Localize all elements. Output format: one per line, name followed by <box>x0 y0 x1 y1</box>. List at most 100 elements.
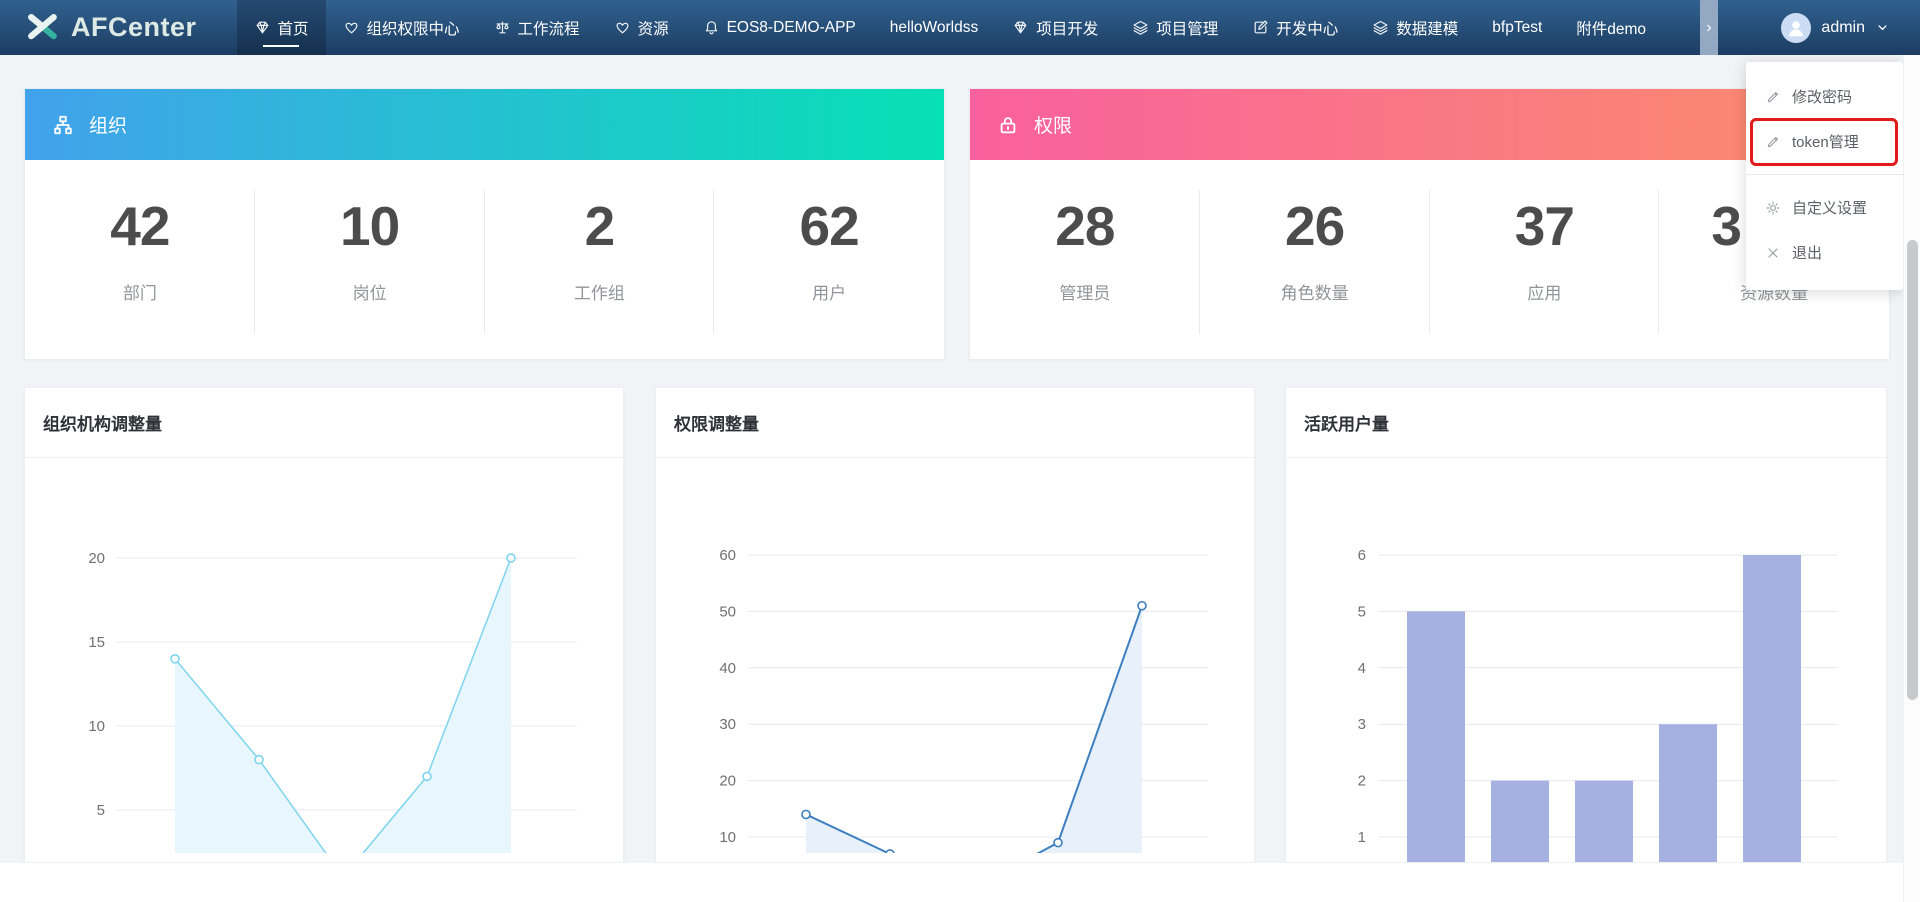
user-box[interactable]: admin <box>1781 0 1890 55</box>
stat-工作组: 2 工作组 <box>485 160 715 360</box>
stat-value: 10 <box>340 196 399 257</box>
svg-text:30: 30 <box>719 716 736 733</box>
layers-icon <box>1372 19 1389 36</box>
svg-text:6: 6 <box>1358 547 1366 564</box>
pencil-icon <box>1765 89 1781 105</box>
chart-title: 权限调整量 <box>656 388 1254 458</box>
user-menu-item-label: 修改密码 <box>1792 86 1852 107</box>
chart-title: 组织机构调整量 <box>25 388 623 458</box>
svg-text:2: 2 <box>1358 773 1366 790</box>
horizontal-scrollbar-track[interactable] <box>0 863 1920 902</box>
user-menu-item-2[interactable]: token管理 <box>1746 119 1903 164</box>
stat-value: 26 <box>1285 196 1344 257</box>
svg-text:20: 20 <box>88 550 105 567</box>
bar-chart: 123456 <box>1286 458 1886 863</box>
vertical-scrollbar-track[interactable] <box>1903 55 1920 902</box>
stat-value: 3 <box>1711 196 1741 257</box>
person-icon <box>1785 17 1807 39</box>
stat-card-header: 组织 <box>25 89 944 160</box>
chevron-down-icon <box>1875 20 1890 35</box>
user-menu-item-label: 自定义设置 <box>1792 197 1867 218</box>
pencil-icon <box>1765 134 1781 150</box>
stat-部门: 42 部门 <box>25 160 255 360</box>
svg-text:5: 5 <box>1358 603 1366 620</box>
stat-岗位: 10岗位 <box>255 160 485 360</box>
nav-item-label: 资源 <box>638 17 669 39</box>
nav-item-label: 数据建模 <box>1396 17 1458 39</box>
stat-应用: 37 应用 <box>1430 160 1660 360</box>
heart-icon <box>614 19 631 36</box>
stat-label: 部门 <box>123 279 157 304</box>
nav-item-6[interactable]: helloWorldss <box>873 0 995 55</box>
menu-divider <box>1746 174 1903 175</box>
user-menu-item-3[interactable]: 自定义设置 <box>1746 185 1903 230</box>
stat-label: 角色数量 <box>1281 279 1349 304</box>
stat-用户: 62 用户 <box>714 160 944 360</box>
nav-item-label: 项目管理 <box>1156 17 1218 39</box>
nav-item-label: EOS8-DEMO-APP <box>727 19 856 37</box>
chart-card-3: 活跃用户量123456 <box>1285 387 1887 863</box>
stat-label: 用户 <box>812 279 846 304</box>
stat-value: 37 <box>1515 196 1574 257</box>
user-menu-item-4[interactable]: 退出 <box>1746 230 1903 275</box>
gear-icon <box>1765 200 1781 216</box>
username: admin <box>1821 19 1865 37</box>
gem-icon <box>1012 19 1029 36</box>
nav-item-label: 首页 <box>278 17 309 39</box>
svg-text:60: 60 <box>719 547 736 564</box>
nav-item-label: 附件demo <box>1576 17 1646 39</box>
user-menu-item-1[interactable]: 修改密码 <box>1746 74 1903 119</box>
stat-value: 28 <box>1055 196 1114 257</box>
lock-icon <box>997 114 1019 136</box>
svg-text:50: 50 <box>719 603 736 620</box>
svg-text:40: 40 <box>719 660 736 677</box>
nav-item-label: 开发中心 <box>1276 17 1338 39</box>
nav-item-7[interactable]: 项目开发 <box>995 0 1115 55</box>
nav-item-2[interactable]: 组织权限中心 <box>326 0 477 55</box>
stat-card-title: 权限 <box>1034 111 1072 138</box>
stat-value: 2 <box>585 196 615 257</box>
stat-label: 应用 <box>1527 279 1561 304</box>
user-menu-item-label: token管理 <box>1792 131 1859 152</box>
line-chart: 10 20 30 40 50 60 <box>656 458 1255 853</box>
svg-text:15: 15 <box>88 634 105 651</box>
nav-item-8[interactable]: 项目管理 <box>1115 0 1235 55</box>
edit-square-icon <box>1252 19 1269 36</box>
nav-item-11[interactable]: bfpTest <box>1475 0 1559 55</box>
nav-item-10[interactable]: 数据建模 <box>1355 0 1475 55</box>
stat-管理员: 28 管理员 <box>970 160 1200 360</box>
avatar <box>1781 13 1811 43</box>
gem-icon <box>254 19 271 36</box>
brand[interactable]: AFCenter <box>0 0 197 55</box>
brand-name: AFCenter <box>71 12 197 43</box>
nav-item-4[interactable]: 资源 <box>597 0 686 55</box>
nav-item-label: 项目开发 <box>1036 17 1098 39</box>
stat-card-title: 组织 <box>89 111 127 138</box>
user-menu-item-label: 退出 <box>1792 242 1822 263</box>
chart-card-1: 组织机构调整量5101520 <box>24 387 624 863</box>
nav-item-label: 组织权限中心 <box>367 17 460 39</box>
stat-label: 工作组 <box>574 279 625 304</box>
vertical-scrollbar-thumb[interactable] <box>1907 240 1918 700</box>
chart-title: 活跃用户量 <box>1286 388 1886 458</box>
nav-item-3[interactable]: 工作流程 <box>477 0 597 55</box>
svg-text:5: 5 <box>97 802 105 819</box>
nav-item-label: helloWorldss <box>890 19 978 37</box>
svg-text:4: 4 <box>1358 660 1366 677</box>
nav-item-9[interactable]: 开发中心 <box>1235 0 1355 55</box>
svg-text:1: 1 <box>1358 829 1366 846</box>
nav-item-12[interactable]: 附件demo <box>1559 0 1663 55</box>
svg-text:20: 20 <box>719 773 736 790</box>
stat-value: 42 <box>110 196 169 257</box>
stat-value: 62 <box>800 196 859 257</box>
top-navbar: AFCenter 首页 组织权限中心工作流程 资源 EOS8-DEMO-APP hell… <box>0 0 1920 55</box>
nav-overflow-chevron-right-icon[interactable]: › <box>1700 0 1718 55</box>
svg-text:10: 10 <box>719 829 736 846</box>
org-chart-icon <box>52 114 74 136</box>
stat-card-1: 组织 42 部门 10岗位 2 工作组 62 用户 <box>24 88 945 360</box>
nav-item-1[interactable]: 首页 <box>237 0 326 55</box>
scale-icon <box>494 19 511 36</box>
stat-label: 管理员 <box>1059 279 1110 304</box>
nav-item-5[interactable]: EOS8-DEMO-APP <box>686 0 873 55</box>
nav-item-label: bfpTest <box>1492 19 1542 37</box>
